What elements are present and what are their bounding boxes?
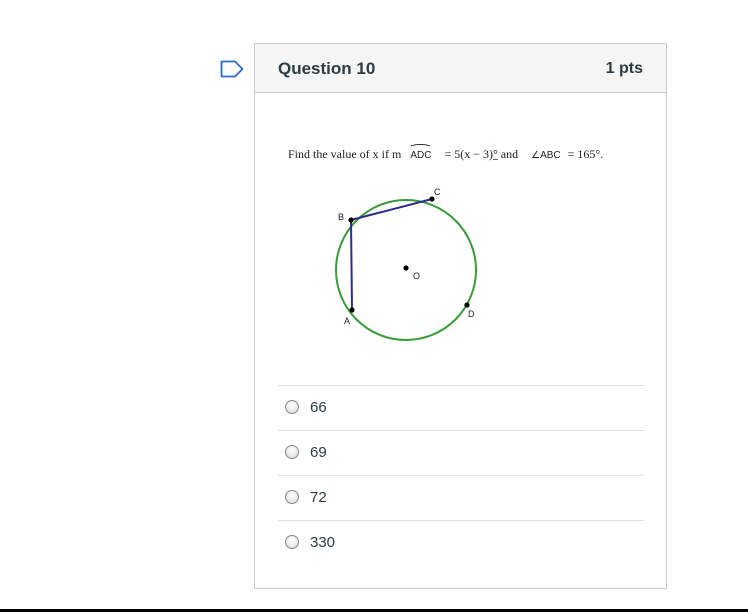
question-text-and: and	[497, 147, 519, 161]
circle-figure: B C O D A	[335, 187, 477, 341]
label-a: A	[344, 316, 350, 326]
radio-button[interactable]	[285, 535, 299, 549]
answer-option-66[interactable]: 66	[277, 385, 644, 430]
question-text: Find the value of x if m ADC = 5(x − 3)°…	[288, 147, 603, 162]
answer-label[interactable]: 66	[310, 399, 327, 416]
question-text-prefix: Find the value of x if m	[288, 147, 402, 161]
question-text-suffix: = 165°.	[567, 147, 604, 161]
answer-option-72[interactable]: 72	[277, 475, 644, 520]
radio-button[interactable]	[285, 445, 299, 459]
question-text-equals: = 5(x − 3)	[444, 147, 493, 161]
question-points: 1 pts	[605, 60, 643, 77]
answer-label[interactable]: 69	[310, 444, 327, 461]
question-header: Question 10 1 pts	[255, 44, 666, 93]
point-c	[429, 196, 435, 202]
question-title: Question 10	[278, 59, 376, 78]
label-b: B	[338, 212, 344, 222]
point-d	[464, 302, 470, 308]
flag-icon[interactable]	[220, 60, 244, 78]
label-c: C	[434, 187, 441, 197]
label-d: D	[468, 309, 475, 319]
answer-option-69[interactable]: 69	[277, 430, 644, 475]
radio-button[interactable]	[285, 490, 299, 504]
answer-option-330[interactable]: 330	[277, 520, 644, 565]
angle-symbol: ∠	[531, 150, 541, 161]
label-o: O	[413, 271, 420, 281]
answer-list: 66 69 72 330	[277, 385, 644, 565]
point-b	[348, 217, 354, 223]
radio-button[interactable]	[285, 400, 299, 414]
arc-label: ADC	[410, 150, 432, 161]
chord-ba	[350, 219, 353, 311]
angle-name: ABC	[540, 150, 561, 161]
angle-label: ∠ABC	[531, 150, 561, 161]
point-o	[403, 265, 409, 271]
question-card: Question 10 1 pts Find the value of x if…	[254, 43, 667, 589]
answer-label[interactable]: 72	[310, 489, 327, 506]
answer-label[interactable]: 330	[310, 534, 335, 551]
point-a	[349, 307, 355, 313]
